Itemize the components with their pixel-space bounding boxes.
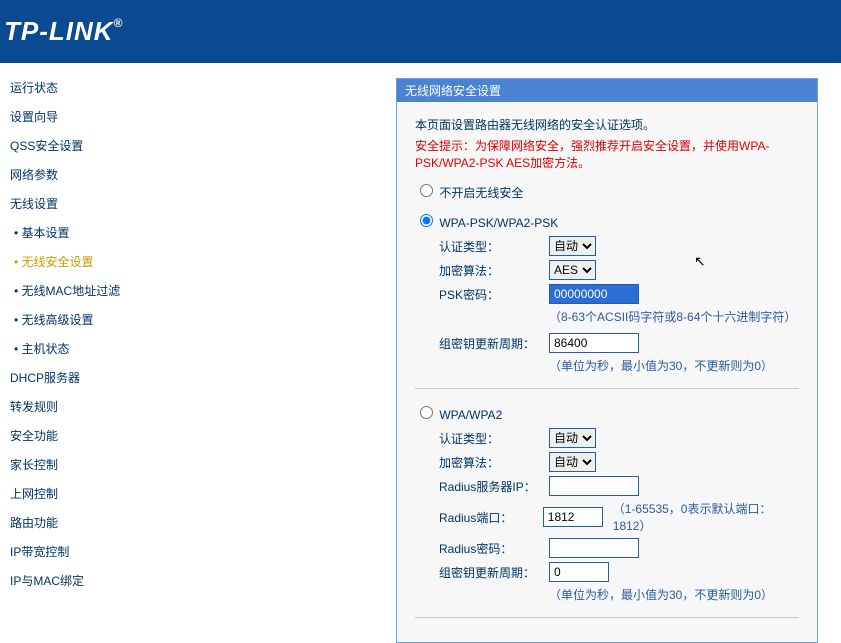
nav-forwarding[interactable]: 转发规则 — [0, 392, 146, 421]
group-key2-input[interactable] — [549, 562, 609, 582]
nav-basic-settings[interactable]: 基本设置 — [0, 218, 146, 247]
psk-hint: （8-63个ACSII码字符或8-64个十六进制字符） — [415, 308, 799, 325]
group-key-hint: （单位为秒，最小值为30，不更新则为0） — [415, 357, 799, 374]
radio-wpa-psk[interactable] — [420, 214, 433, 227]
radius-port-input[interactable] — [543, 507, 603, 527]
nav-mac-filter[interactable]: 无线MAC地址过滤 — [0, 276, 146, 305]
group-key2-hint: （单位为秒，最小值为30，不更新则为0） — [415, 586, 799, 603]
nav-access-control[interactable]: 上网控制 — [0, 479, 146, 508]
settings-panel: 无线网络安全设置 本页面设置路由器无线网络的安全认证选项。 安全提示：为保障网络… — [396, 78, 818, 643]
nav-running-status[interactable]: 运行状态 — [0, 73, 146, 102]
radius-pw-input[interactable] — [549, 538, 639, 558]
group-key-label: 组密钥更新周期： — [439, 335, 549, 352]
intro-text: 本页面设置路由器无线网络的安全认证选项。 — [415, 116, 799, 133]
radio-wpa[interactable] — [420, 406, 433, 419]
separator — [415, 388, 799, 389]
auth-type-label: 认证类型： — [439, 238, 549, 255]
group-key-input[interactable] — [549, 333, 639, 353]
radius-port-label: Radius端口： — [439, 509, 543, 526]
encryption-label: 加密算法： — [439, 262, 549, 279]
nav-routing[interactable]: 路由功能 — [0, 508, 146, 537]
nav-parental[interactable]: 家长控制 — [0, 450, 146, 479]
auth2-type-select[interactable]: 自动 — [549, 428, 596, 448]
auth2-type-label: 认证类型： — [439, 430, 549, 447]
psk-password-input[interactable] — [549, 284, 639, 304]
radio-wpa-psk-label: WPA-PSK/WPA2-PSK — [439, 216, 558, 230]
radius-ip-label: Radius服务器IP： — [439, 478, 549, 495]
radio-no-security[interactable] — [420, 184, 433, 197]
radius-port-hint: （1-65535，0表示默认端口：1812） — [613, 500, 799, 534]
header: TP-LINK® — [0, 0, 841, 63]
sidebar: 运行状态 设置向导 QSS安全设置 网络参数 无线设置 基本设置 无线安全设置 … — [0, 63, 146, 643]
encryption2-select[interactable]: 自动 — [549, 452, 596, 472]
auth-type-select[interactable]: 自动 — [549, 236, 596, 256]
warning-text: 安全提示：为保障网络安全，强烈推荐开启安全设置，并使用WPA-PSK/WPA2-… — [415, 137, 799, 171]
nav-host-status[interactable]: 主机状态 — [0, 334, 146, 363]
panel-title: 无线网络安全设置 — [397, 79, 817, 102]
radius-pw-label: Radius密码： — [439, 540, 549, 557]
encryption-select[interactable]: AES — [549, 260, 596, 280]
radio-no-security-label: 不开启无线安全 — [439, 186, 523, 200]
nav-setup-wizard[interactable]: 设置向导 — [0, 102, 146, 131]
nav-network-params[interactable]: 网络参数 — [0, 160, 146, 189]
psk-password-label: PSK密码： — [439, 286, 549, 303]
nav-dhcp[interactable]: DHCP服务器 — [0, 363, 146, 392]
nav-wireless[interactable]: 无线设置 — [0, 189, 146, 218]
nav-qss-security[interactable]: QSS安全设置 — [0, 131, 146, 160]
group-key2-label: 组密钥更新周期： — [439, 564, 549, 581]
encryption2-label: 加密算法： — [439, 454, 549, 471]
logo: TP-LINK® — [0, 16, 123, 47]
separator2 — [415, 617, 799, 618]
nav-bandwidth[interactable]: IP带宽控制 — [0, 537, 146, 566]
nav-security[interactable]: 安全功能 — [0, 421, 146, 450]
nav-wireless-security[interactable]: 无线安全设置 — [0, 247, 146, 276]
mouse-cursor-icon: ↖ — [694, 253, 706, 270]
radio-wpa-label: WPA/WPA2 — [439, 408, 502, 422]
radius-ip-input[interactable] — [549, 476, 639, 496]
nav-advanced-wireless[interactable]: 无线高级设置 — [0, 305, 146, 334]
